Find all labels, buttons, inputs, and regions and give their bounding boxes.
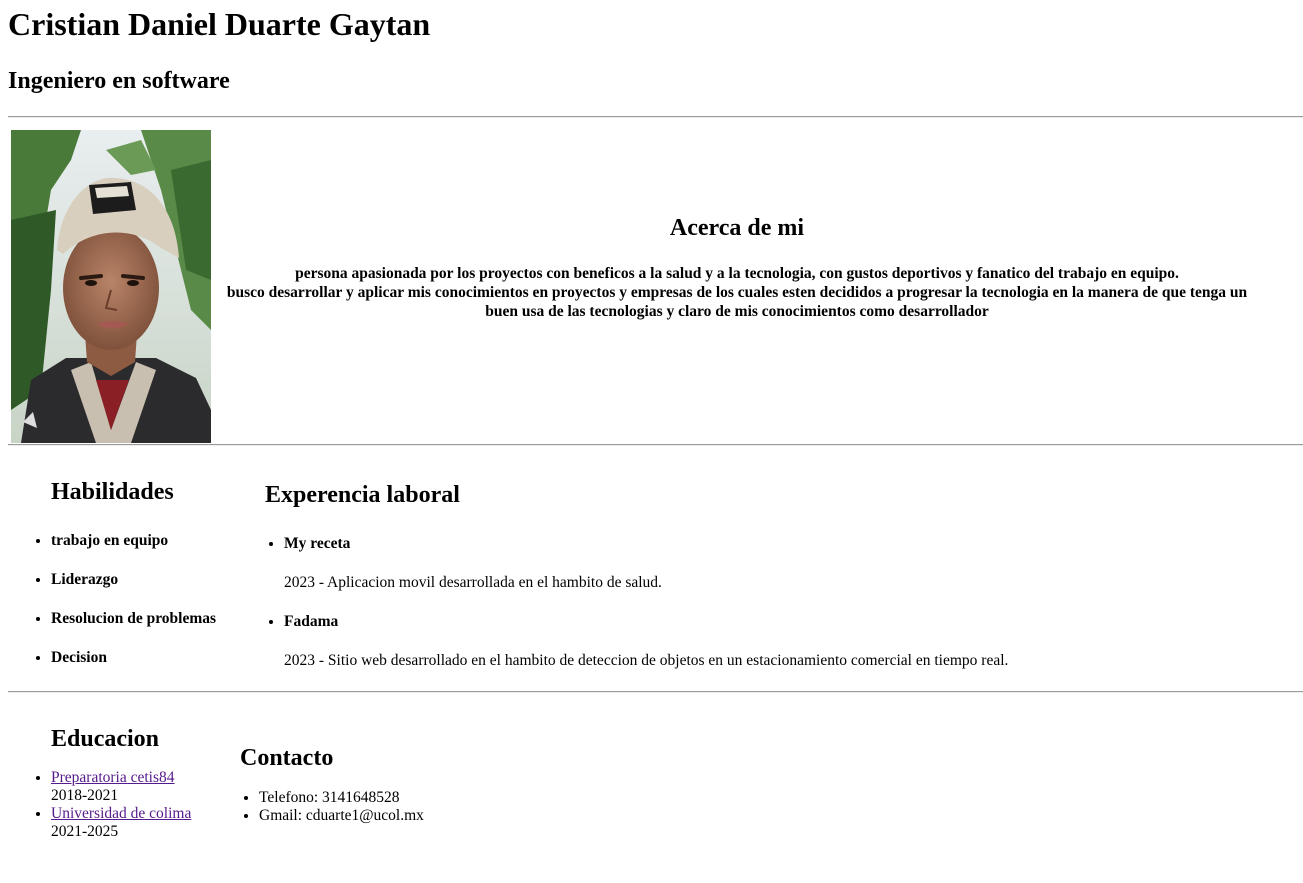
list-item: Preparatoria cetis84 2018-2021 [51, 769, 200, 805]
education-heading: Educacion [51, 726, 160, 752]
list-item: trabajo en equipo [51, 532, 225, 550]
contact-section: Contacto Telefono: 3141648528 Gmail: cdu… [200, 693, 424, 841]
experience-section: Experencia laboral My receta 2023 - Apli… [225, 446, 1008, 670]
list-item: Liderazgo [51, 571, 225, 589]
skills-experience-row: Habilidades trabajo en equipo Liderazgo … [8, 446, 1303, 670]
about-heading: Acerca de mi [669, 215, 805, 241]
skills-heading: Habilidades [51, 479, 174, 505]
experience-item-description: 2023 - Sitio web desarrollado en el hamb… [284, 652, 1009, 669]
experience-list: My receta 2023 - Aplicacion movil desarr… [265, 535, 1008, 670]
experience-item-name: My receta [284, 535, 1008, 553]
education-link-cetis84[interactable]: Preparatoria cetis84 [51, 769, 175, 786]
job-title: Ingeniero en software [8, 68, 230, 94]
education-section: Educacion Preparatoria cetis84 2018-2021… [8, 693, 200, 841]
contact-phone: Telefono: 3141648528 [259, 789, 424, 807]
skills-list: trabajo en equipo Liderazgo Resolucion d… [8, 532, 225, 667]
contact-email: Gmail: cduarte1@ucol.mx [259, 807, 424, 825]
cv-page: Cristian Daniel Duarte Gaytan Ingeniero … [0, 0, 1303, 841]
list-item: Universidad de colima 2021-2025 [51, 805, 200, 841]
list-item: Resolucion de problemas [51, 610, 225, 628]
about-text: Acerca de mi persona apasionada por los … [211, 214, 1303, 321]
about-line-1: persona apasionada por los proyectos con… [295, 265, 1179, 282]
contact-list: Telefono: 3141648528 Gmail: cduarte1@uco… [240, 789, 424, 825]
about-section: Acerca de mi persona apasionada por los … [8, 118, 1303, 444]
experience-item-name: Fadama [284, 613, 1008, 631]
education-link-ucol[interactable]: Universidad de colima [51, 805, 191, 822]
skills-section: Habilidades trabajo en equipo Liderazgo … [8, 446, 225, 670]
profile-photo [11, 130, 211, 443]
education-contact-row: Educacion Preparatoria cetis84 2018-2021… [8, 693, 1303, 841]
education-list: Preparatoria cetis84 2018-2021 Universid… [8, 769, 200, 841]
person-name: Cristian Daniel Duarte Gaytan [8, 6, 431, 42]
education-years: 2021-2025 [51, 823, 119, 840]
education-years: 2018-2021 [51, 787, 119, 804]
about-line-2: busco desarrollar y aplicar mis conocimi… [226, 284, 1248, 320]
contact-heading: Contacto [240, 745, 334, 771]
list-item: Decision [51, 649, 225, 667]
experience-heading: Experencia laboral [265, 482, 460, 508]
experience-item-description: 2023 - Aplicacion movil desarrollada en … [284, 574, 662, 591]
